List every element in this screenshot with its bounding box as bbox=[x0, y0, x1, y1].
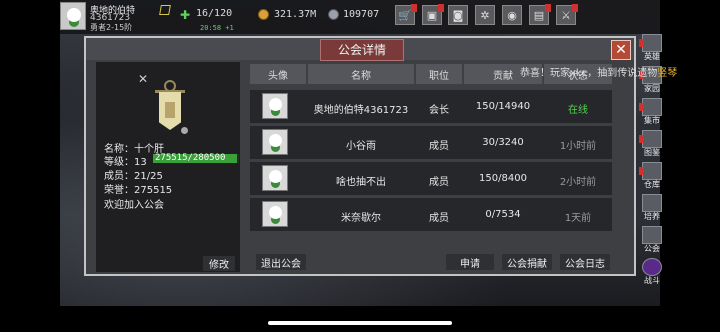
notice-highlight: 竖琴 bbox=[657, 68, 678, 79]
member-name: 啥也抽不出 bbox=[336, 177, 386, 188]
gift-button[interactable]: ▤ bbox=[529, 4, 551, 25]
gem-icon bbox=[328, 9, 339, 20]
gear-button[interactable]: ✲ bbox=[475, 5, 495, 25]
guild-welcome-message: 欢迎加入公会 bbox=[104, 200, 164, 211]
guild-members: 成员：21/25 bbox=[104, 171, 163, 182]
notification-badge bbox=[411, 4, 417, 12]
wheel-icon: ◉ bbox=[507, 8, 517, 22]
side-nav-item[interactable]: 英雄 bbox=[639, 34, 664, 62]
member-avatar[interactable] bbox=[262, 165, 288, 191]
side-nav-icon bbox=[642, 258, 662, 276]
member-status: 2小时前 bbox=[559, 177, 597, 188]
side-nav-icon bbox=[639, 130, 662, 148]
notification-badge bbox=[639, 103, 644, 111]
player-avatar[interactable] bbox=[60, 2, 86, 30]
emblem-badge-icon bbox=[181, 127, 188, 134]
side-nav-item[interactable]: 公会 bbox=[640, 226, 664, 254]
modal-title-plate: 公会详情 bbox=[320, 39, 404, 61]
notification-badge bbox=[639, 135, 644, 143]
guild-log-button[interactable]: 公会日志 bbox=[560, 254, 610, 270]
chest-button[interactable]: ▣ bbox=[422, 4, 444, 25]
player-rank: 勇者2-15阶 bbox=[90, 23, 133, 32]
side-nav-icon bbox=[639, 98, 662, 116]
member-name: 奥地的伯特4361723 bbox=[313, 105, 409, 116]
shop-button[interactable]: 🛒 bbox=[395, 4, 417, 25]
side-nav-item[interactable]: 集市 bbox=[639, 98, 664, 126]
header-role: 职位 bbox=[416, 64, 462, 84]
side-nav-icon bbox=[642, 194, 662, 212]
member-contribution: 30/3240 bbox=[482, 137, 524, 148]
modal-title: 公会详情 bbox=[337, 43, 386, 57]
guild-level-progress: 275515/280500 bbox=[155, 153, 226, 163]
gold-coin-icon bbox=[258, 9, 269, 20]
member-status: 1小时前 bbox=[559, 141, 597, 152]
member-name: 米奈歇尔 bbox=[341, 213, 381, 224]
member-contribution: 150/14940 bbox=[475, 101, 531, 112]
notification-badge bbox=[545, 4, 551, 12]
member-status: 在线 bbox=[568, 105, 588, 116]
member-avatar[interactable] bbox=[262, 129, 288, 155]
header-name: 名称 bbox=[308, 64, 414, 84]
energy-value: 16/120 bbox=[196, 8, 233, 19]
header-avatar: 头像 bbox=[250, 64, 306, 84]
gear-icon: ✲ bbox=[480, 8, 490, 22]
notification-badge bbox=[639, 39, 644, 47]
side-nav-icon bbox=[639, 162, 662, 180]
leave-guild-button[interactable]: 退出公会 bbox=[256, 254, 306, 270]
gem-value: 109707 bbox=[343, 9, 380, 20]
crossed-swords-icon: ✕ bbox=[138, 72, 149, 86]
side-nav-label: 家园 bbox=[644, 84, 660, 93]
guild-level: 等级：13 bbox=[104, 157, 147, 168]
notification-badge bbox=[572, 4, 578, 12]
member-name: 小谷雨 bbox=[346, 141, 376, 152]
member-avatar[interactable] bbox=[262, 201, 288, 227]
guild-level-bar: 275515/280500 bbox=[153, 153, 239, 163]
gamepad-button[interactable]: ◙ bbox=[448, 5, 468, 25]
member-status: 1天前 bbox=[564, 213, 592, 224]
side-nav-label: 英雄 bbox=[644, 52, 660, 61]
gold-value: 321.37M bbox=[274, 9, 317, 20]
sword-button[interactable]: ⚔ bbox=[556, 4, 578, 25]
side-nav-label: 集市 bbox=[644, 116, 660, 125]
side-nav-label: 公会 bbox=[644, 244, 660, 253]
side-nav-label: 战斗 bbox=[644, 276, 660, 285]
energy-icon: ✚ bbox=[180, 8, 191, 22]
guild-emblem bbox=[155, 80, 185, 132]
member-contribution: 150/8400 bbox=[479, 173, 527, 184]
notification-badge bbox=[438, 4, 444, 12]
member-avatar[interactable] bbox=[262, 93, 288, 119]
side-nav-label: 仓库 bbox=[644, 180, 660, 189]
member-role: 成员 bbox=[429, 177, 449, 188]
wheel-button[interactable]: ◉ bbox=[502, 5, 522, 25]
side-nav-icon bbox=[642, 226, 662, 244]
home-indicator bbox=[268, 321, 452, 325]
member-role: 成员 bbox=[429, 141, 449, 152]
member-role: 会长 bbox=[429, 105, 449, 116]
side-nav-label: 培养 bbox=[644, 212, 660, 221]
member-contribution: 0/7534 bbox=[485, 209, 521, 220]
notice-text: 恭喜！玩家xkc，抽到传说遗物 bbox=[520, 68, 658, 79]
energy-timer: 20:58 +1 bbox=[200, 24, 234, 32]
notification-badge bbox=[639, 167, 644, 175]
side-nav-icon bbox=[639, 34, 662, 52]
modify-button[interactable]: 修改 bbox=[203, 256, 235, 271]
side-nav-label: 图鉴 bbox=[644, 148, 660, 157]
side-nav-item[interactable]: 仓库 bbox=[639, 162, 664, 190]
gamepad-icon: ◙ bbox=[452, 8, 464, 22]
apply-button[interactable]: 申请 bbox=[446, 254, 494, 270]
side-nav-item[interactable]: 战斗 bbox=[640, 258, 664, 286]
side-nav-item[interactable]: 图鉴 bbox=[639, 130, 664, 158]
donate-button[interactable]: 公会捐献 bbox=[502, 254, 552, 270]
broadcast-notice: 恭喜！玩家xkc，抽到传说遗物竖琴 bbox=[520, 64, 677, 79]
side-nav-item[interactable]: 培养 bbox=[640, 194, 664, 222]
guild-honor: 荣誉：275515 bbox=[104, 185, 173, 196]
edit-icon[interactable] bbox=[159, 5, 171, 15]
member-role: 成员 bbox=[429, 213, 449, 224]
close-button[interactable]: ✕ bbox=[611, 40, 631, 60]
